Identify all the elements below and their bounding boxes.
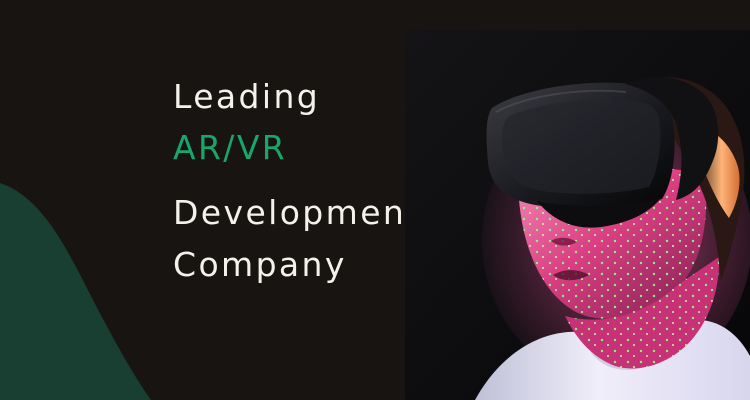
headline-line-ar-vr: AR/VR bbox=[173, 128, 288, 167]
headline-line-company: Company bbox=[173, 245, 347, 284]
headline-line-leading: Leading bbox=[173, 77, 321, 116]
headline-line-development: Development bbox=[173, 193, 422, 232]
vr-headset-portrait bbox=[405, 30, 750, 400]
ar-vr-banner: Leading AR/VR Development Company bbox=[0, 0, 750, 400]
